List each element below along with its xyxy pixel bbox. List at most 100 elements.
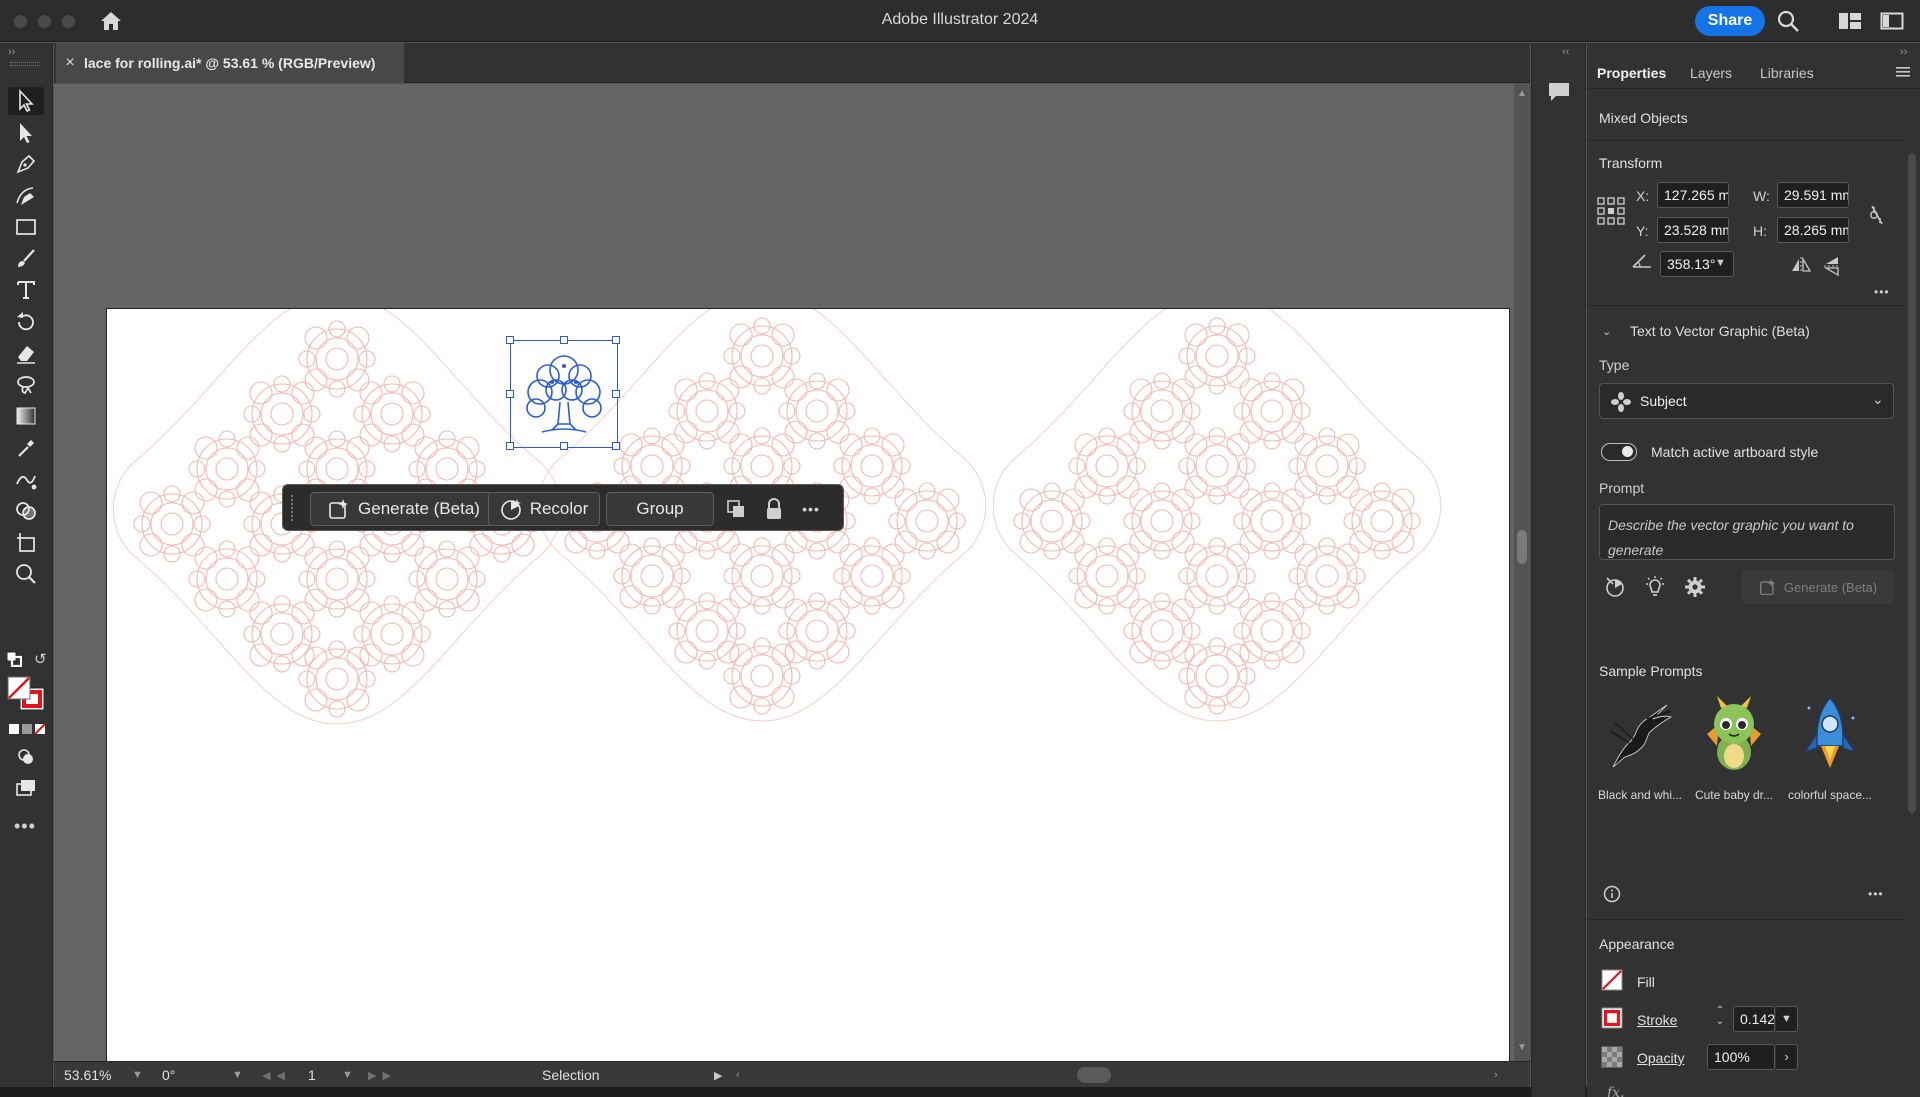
sample-prompt-black-white[interactable]: [1600, 692, 1680, 776]
expand-panels-icon[interactable]: ‹‹: [1562, 46, 1569, 58]
selected-object-bounds[interactable]: [506, 336, 620, 450]
resize-handle-top-right[interactable]: [612, 336, 620, 344]
opacity-slider-arrow-icon[interactable]: ›: [1776, 1044, 1798, 1070]
recolor-button[interactable]: Recolor: [488, 492, 600, 526]
flip-vertical-button[interactable]: [1823, 255, 1841, 277]
effects-fx-button[interactable]: fx.: [1607, 1085, 1625, 1097]
document-tab[interactable]: × lace for rolling.ai* @ 53.61 % (RGB/Pr…: [56, 43, 404, 83]
toolbar-grip[interactable]: [10, 62, 40, 66]
artboard-next-last-icon[interactable]: ▶▶: [368, 1065, 397, 1085]
more-options-icon[interactable]: •••: [798, 496, 824, 522]
info-button[interactable]: [1603, 885, 1621, 903]
resize-handle-left[interactable]: [506, 390, 514, 398]
lasso-tool[interactable]: [8, 371, 44, 399]
pen-tool[interactable]: [8, 150, 44, 178]
generate-beta-panel-button[interactable]: Generate (Beta): [1742, 570, 1894, 604]
collapse-toolbar-icon[interactable]: ››: [8, 46, 15, 58]
arrange-documents-button[interactable]: [1838, 11, 1862, 31]
stroke-swatch[interactable]: [1601, 1007, 1623, 1029]
paintbrush-tool[interactable]: [8, 245, 44, 273]
resize-handle-top[interactable]: [560, 336, 568, 344]
tab-layers[interactable]: Layers: [1690, 57, 1732, 89]
generate-beta-button[interactable]: Generate (Beta): [310, 492, 498, 526]
generation-settings-button[interactable]: [1683, 575, 1707, 599]
resize-handle-top-left[interactable]: [506, 336, 514, 344]
height-field[interactable]: 28.265 mm: [1777, 217, 1849, 243]
panel-scrollbar[interactable]: [1904, 93, 1920, 1093]
color-mode-buttons[interactable]: [8, 723, 46, 735]
rotation-dropdown-chevron-icon[interactable]: ▼: [232, 1065, 243, 1085]
share-button[interactable]: Share: [1695, 6, 1765, 36]
panel-menu-button[interactable]: [1896, 65, 1910, 79]
scroll-down-arrow-icon[interactable]: ▼: [1517, 1042, 1527, 1053]
resize-handle-bottom[interactable]: [560, 442, 568, 450]
lace-artwork[interactable]: [107, 309, 1511, 1061]
artboard-dropdown-chevron-icon[interactable]: ▼: [342, 1065, 353, 1085]
stroke-weight-stepper-icon[interactable]: ⌃ ⌄: [1712, 1005, 1728, 1031]
duplicate-button[interactable]: [723, 496, 749, 522]
tab-libraries[interactable]: Libraries: [1760, 57, 1814, 89]
canvas-vertical-scrollbar[interactable]: ▲ ▼: [1514, 84, 1530, 1061]
transform-more-options-icon[interactable]: •••: [1874, 285, 1890, 299]
screen-mode-tool[interactable]: [8, 774, 44, 802]
constrain-proportions-button[interactable]: [1866, 203, 1888, 227]
type-dropdown[interactable]: Subject ⌄: [1599, 383, 1894, 419]
section-collapse-chevron-icon[interactable]: ⌄: [1602, 325, 1611, 338]
width-field[interactable]: 29.591 mm: [1777, 182, 1849, 208]
fill-stroke-swatches[interactable]: [6, 675, 48, 713]
window-minimize-button[interactable]: [38, 15, 51, 28]
status-menu-arrow-icon[interactable]: ▶: [714, 1065, 722, 1085]
rectangle-tool[interactable]: [8, 213, 44, 241]
canvas-vertical-scroll-thumb[interactable]: [1517, 530, 1527, 564]
angle-dropdown-chevron-icon[interactable]: ▼: [1715, 257, 1726, 269]
stroke-weight-dropdown-chevron-icon[interactable]: ▼: [1776, 1006, 1798, 1032]
group-button[interactable]: Group: [606, 492, 714, 526]
match-artboard-style-toggle[interactable]: [1601, 443, 1637, 461]
artboard[interactable]: [106, 308, 1510, 1061]
window-close-button[interactable]: [14, 15, 27, 28]
stroke-label[interactable]: Stroke: [1637, 1012, 1677, 1028]
scroll-right-arrow-icon[interactable]: ›: [1494, 1065, 1498, 1085]
scroll-up-arrow-icon[interactable]: ▲: [1517, 88, 1527, 99]
edit-toolbar-more-icon[interactable]: •••: [14, 816, 36, 837]
sample-prompt-space-rocket[interactable]: [1790, 692, 1870, 776]
close-document-icon[interactable]: ×: [56, 54, 84, 72]
draw-mode-tool[interactable]: [8, 743, 44, 771]
canvas-area[interactable]: [54, 84, 1514, 1061]
tab-properties[interactable]: Properties: [1597, 57, 1666, 89]
rotation-field[interactable]: 0°: [162, 1065, 222, 1085]
gradient-tool[interactable]: [8, 402, 44, 430]
lace-motif-right[interactable]: [993, 309, 1441, 721]
eyedropper-tool[interactable]: [8, 434, 44, 462]
t2v-more-options-icon[interactable]: •••: [1868, 887, 1884, 901]
default-colors-button[interactable]: [6, 651, 23, 668]
resize-handle-bottom-right[interactable]: [612, 442, 620, 450]
rotate-tool[interactable]: [8, 308, 44, 336]
scroll-left-arrow-icon[interactable]: ‹: [736, 1065, 740, 1085]
canvas-horizontal-scroll-thumb[interactable]: [1077, 1067, 1111, 1083]
curvature-tool[interactable]: [8, 182, 44, 210]
reference-point-selector[interactable]: [1597, 197, 1625, 225]
opacity-label[interactable]: Opacity: [1637, 1050, 1684, 1066]
search-button[interactable]: [1776, 9, 1800, 33]
resize-handle-bottom-left[interactable]: [506, 442, 514, 450]
zoom-tool[interactable]: [8, 560, 44, 588]
artboard-first-prev-icon[interactable]: ◀◀: [262, 1065, 291, 1085]
direct-selection-tool[interactable]: [8, 119, 44, 147]
x-position-field[interactable]: 127.265 mm: [1657, 182, 1729, 208]
opacity-field[interactable]: 100%: [1707, 1044, 1775, 1070]
flip-horizontal-button[interactable]: [1790, 256, 1812, 274]
type-tool[interactable]: [8, 276, 44, 304]
swap-colors-icon[interactable]: ↺: [34, 650, 50, 668]
stroke-weight-field[interactable]: 0.142: [1733, 1006, 1775, 1032]
style-picker-button[interactable]: [1603, 575, 1627, 599]
panel-scroll-thumb[interactable]: [1908, 153, 1916, 813]
task-bar-grip[interactable]: [291, 495, 296, 521]
artboard-tool[interactable]: [8, 528, 44, 556]
y-position-field[interactable]: 23.528 mm: [1657, 217, 1729, 243]
home-button[interactable]: [98, 8, 124, 34]
selection-tool[interactable]: [8, 87, 44, 115]
workspace-panel-button[interactable]: [1880, 11, 1904, 31]
window-zoom-button[interactable]: [62, 15, 75, 28]
eraser-tool[interactable]: [8, 339, 44, 367]
